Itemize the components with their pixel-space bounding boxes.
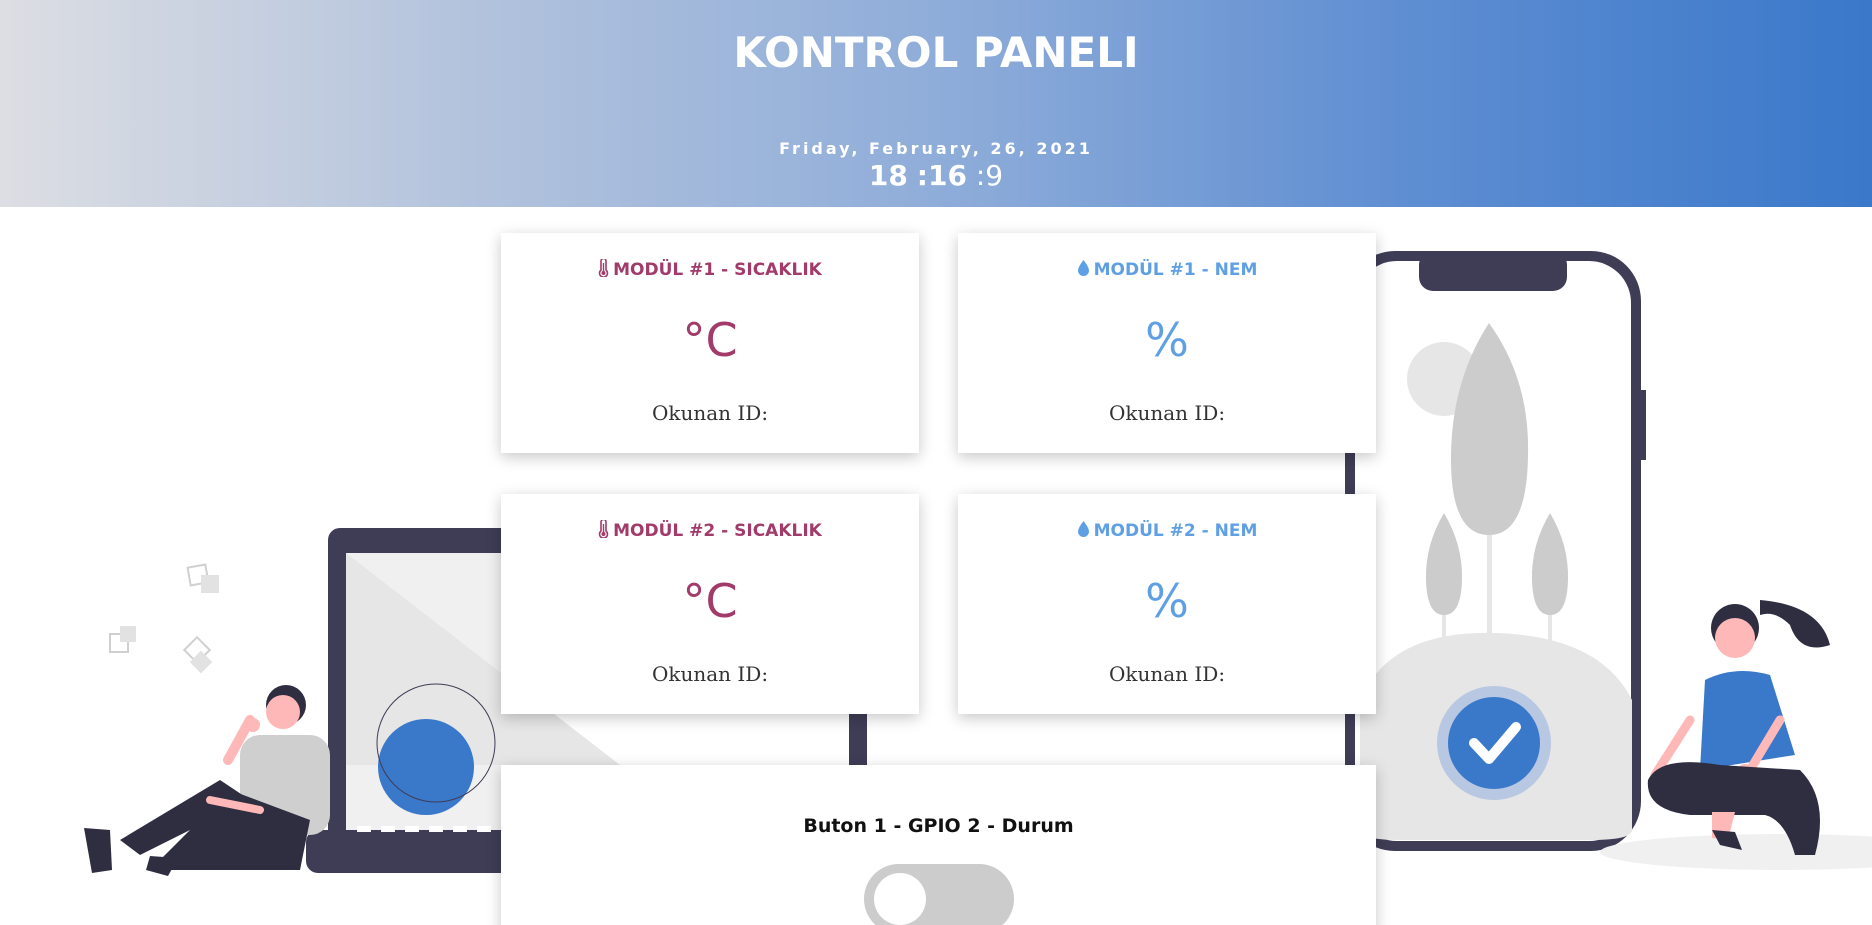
read-id-label: Okunan ID: [1108, 401, 1226, 425]
card-module2-temperature: MODÜL #2 - SICAKLIK °C Okunan ID: [501, 494, 919, 714]
thermometer-icon [598, 257, 609, 278]
person-crouching-illustration [1647, 600, 1830, 855]
humidity-value: % [1145, 313, 1189, 367]
temperature-value: °C [682, 313, 738, 367]
toggle-knob [874, 873, 926, 925]
page-title: KONTROL PANELI [733, 28, 1139, 77]
card-module1-humidity: MODÜL #1 - NEM % Okunan ID: [958, 233, 1376, 453]
thermometer-icon [598, 518, 609, 539]
gpio-button-card: Buton 1 - GPIO 2 - Durum [501, 765, 1376, 925]
gpio-button-label: Buton 1 - GPIO 2 - Durum [803, 815, 1074, 837]
water-drop-icon [1077, 521, 1089, 537]
date-display: Friday, February, 26, 2021 [779, 139, 1093, 158]
clock-separator: : [916, 159, 928, 192]
water-drop-icon [1077, 260, 1089, 276]
card-title: MODÜL #2 - SICAKLIK [501, 518, 919, 541]
card-title-text: MODÜL #2 - SICAKLIK [613, 521, 822, 541]
clock-separator-2: : [975, 159, 986, 192]
clock-display: 18 :16 :9 [0, 159, 1872, 192]
card-title: MODÜL #2 - NEM [958, 520, 1376, 541]
decorative-squares [109, 563, 219, 674]
card-title: MODÜL #1 - NEM [958, 259, 1376, 280]
card-title-text: MODÜL #1 - SICAKLIK [613, 260, 822, 280]
clock-hours: 18 [868, 159, 908, 192]
read-id-label: Okunan ID: [651, 662, 769, 686]
read-id-label: Okunan ID: [651, 401, 769, 425]
card-module1-temperature: MODÜL #1 - SICAKLIK °C Okunan ID: [501, 233, 919, 453]
card-title: MODÜL #1 - SICAKLIK [501, 257, 919, 280]
phone-illustration [1345, 251, 1646, 851]
gpio-toggle-switch[interactable] [864, 864, 1014, 925]
clock-minutes: 16 [927, 159, 967, 192]
card-title-text: MODÜL #1 - NEM [1093, 260, 1258, 280]
card-title-text: MODÜL #2 - NEM [1093, 521, 1258, 541]
card-module2-humidity: MODÜL #2 - NEM % Okunan ID: [958, 494, 1376, 714]
clock-seconds: 9 [985, 159, 1004, 192]
person-sitting-illustration [84, 685, 330, 876]
header-banner: KONTROL PANELI Friday, February, 26, 202… [0, 0, 1872, 207]
read-id-label: Okunan ID: [1108, 662, 1226, 686]
temperature-value: °C [682, 574, 738, 628]
humidity-value: % [1145, 574, 1189, 628]
